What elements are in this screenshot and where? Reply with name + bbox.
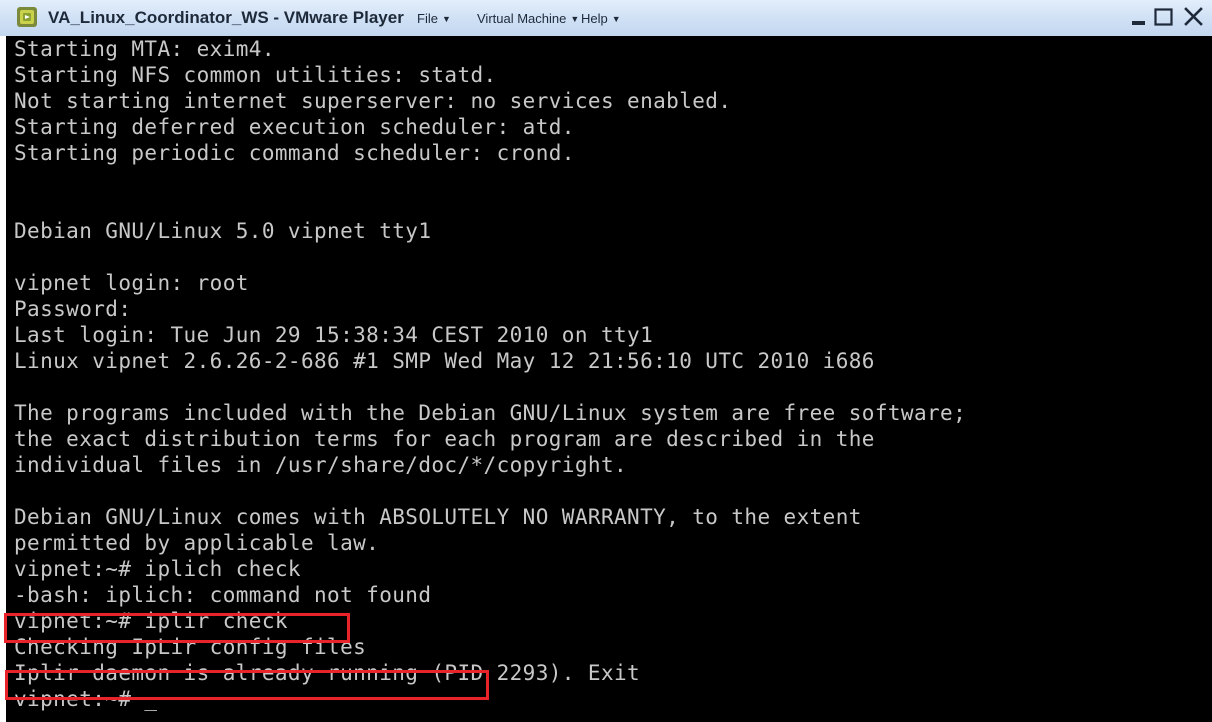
vmware-player-icon[interactable] [16,6,38,28]
close-icon[interactable] [1180,3,1208,31]
console-line: Not starting internet superserver: no se… [14,89,732,113]
chevron-down-icon: ▼ [570,14,580,24]
menu-file-label: File [417,11,438,26]
console-line: Debian GNU/Linux comes with ABSOLUTELY N… [14,505,862,529]
menu-virtual-machine[interactable]: Virtual Machine ▼ [477,11,582,26]
console-line: Starting NFS common utilities: statd. [14,63,497,87]
console-line: Password: [14,297,132,321]
console-line: The programs included with the Debian GN… [14,401,967,425]
console-line: Starting deferred execution scheduler: a… [14,115,575,139]
highlight-iplir-check-command [4,613,350,643]
maximize-icon[interactable] [1150,3,1178,31]
console-line: Last login: Tue Jun 29 15:38:34 CEST 201… [14,323,654,347]
menu-file[interactable]: File ▼ [417,11,454,26]
chevron-down-icon: ▼ [611,14,621,24]
console-line: individual files in /usr/share/doc/*/cop… [14,453,628,477]
console-line: permitted by applicable law. [14,531,380,555]
highlight-daemon-running-message [5,670,489,700]
window-title: VA_Linux_Coordinator_WS - VMware Player [48,8,404,27]
console-line: vipnet login: root [14,271,249,295]
menu-help[interactable]: Help ▼ [581,11,624,26]
console-line: Debian GNU/Linux 5.0 vipnet tty1 [14,219,432,243]
console-line: Starting periodic command scheduler: cro… [14,141,575,165]
chevron-down-icon: ▼ [441,14,451,24]
console-line: Starting MTA: exim4. [14,37,275,61]
vmware-player-window: VA_Linux_Coordinator_WS - VMware Player … [0,0,1212,722]
console-screen[interactable]: Starting MTA: exim4. Starting NFS common… [4,36,1212,722]
console-line: Linux vipnet 2.6.26-2-686 #1 SMP Wed May… [14,349,875,373]
title-bar[interactable]: VA_Linux_Coordinator_WS - VMware Player … [0,0,1212,36]
menu-virtual-machine-label: Virtual Machine [477,11,567,26]
console-line: vipnet:~# iplich check [14,557,301,581]
menu-help-label: Help [581,11,608,26]
console-line: -bash: iplich: command not found [14,583,432,607]
console-line: the exact distribution terms for each pr… [14,427,875,451]
